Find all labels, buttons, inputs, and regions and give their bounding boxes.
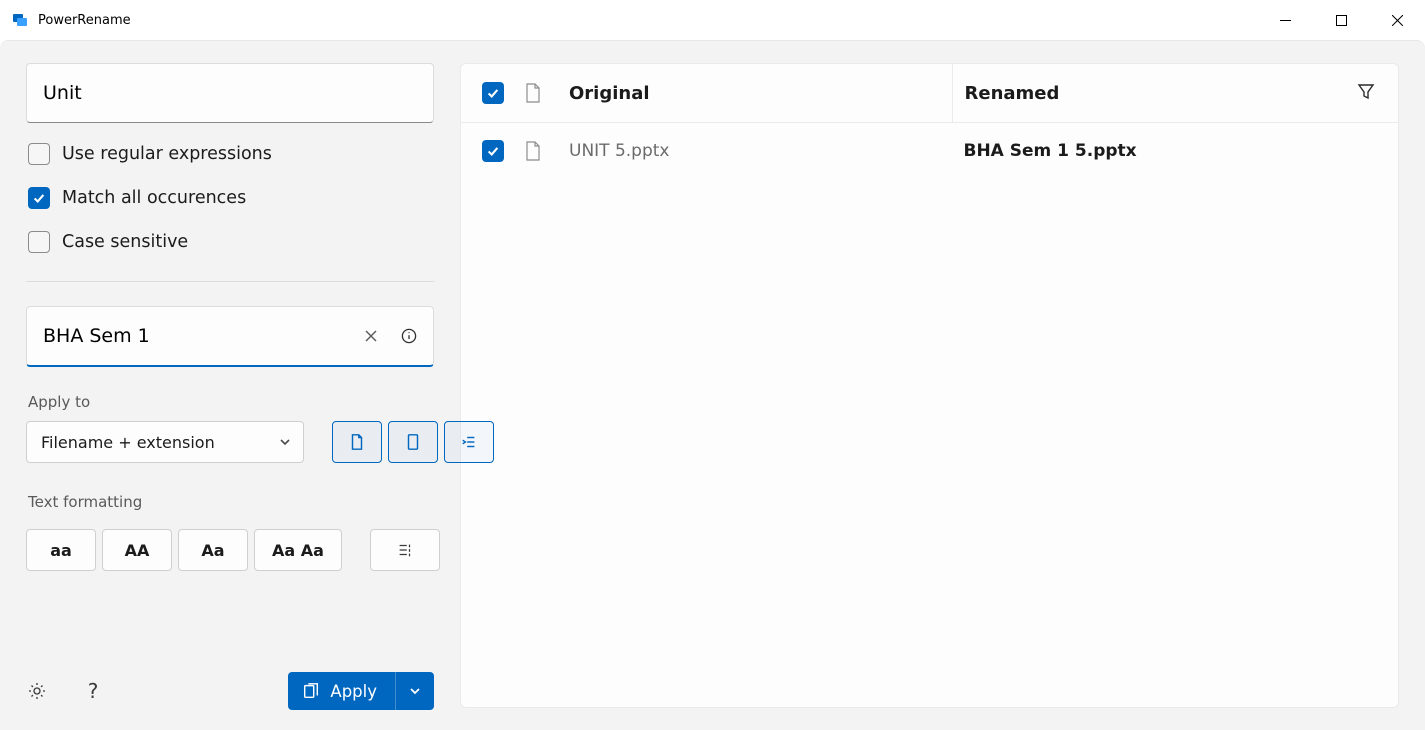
enumerate-icon [396, 541, 414, 559]
original-filename: UNIT 5.pptx [569, 141, 952, 161]
text-formatting-label: Text formatting [28, 493, 434, 511]
option-case-sensitive-label: Case sensitive [62, 232, 188, 252]
search-field[interactable] [26, 63, 434, 123]
option-regex[interactable]: Use regular expressions [28, 143, 434, 165]
help-button[interactable]: ? [82, 680, 104, 702]
chevron-down-icon [409, 685, 421, 697]
option-match-all[interactable]: Match all occurences [28, 187, 434, 209]
filter-button[interactable] [1356, 81, 1376, 106]
option-regex-label: Use regular expressions [62, 144, 272, 164]
row-checkbox[interactable] [482, 140, 504, 162]
app-body: Use regular expressions Match all occure… [0, 40, 1425, 730]
preview-panel: Original Renamed UNIT 5.pptx BHA Sem 1 5… [460, 63, 1399, 708]
format-lowercase-button[interactable]: aa [26, 529, 96, 571]
gear-icon [27, 681, 47, 701]
filter-icon [1356, 81, 1376, 101]
checkbox-icon [28, 187, 50, 209]
format-titlecase-button[interactable]: Aa [178, 529, 248, 571]
replace-field[interactable] [26, 306, 434, 367]
table-row[interactable]: UNIT 5.pptx BHA Sem 1 5.pptx [461, 123, 1398, 179]
renamed-filename: BHA Sem 1 5.pptx [952, 141, 1335, 161]
search-input[interactable] [41, 81, 419, 105]
apply-button[interactable]: Apply [288, 672, 395, 710]
window-close-button[interactable] [1369, 0, 1425, 40]
preview-header: Original Renamed [461, 64, 1398, 123]
option-match-all-label: Match all occurences [62, 188, 246, 208]
apply-to-label: Apply to [28, 393, 434, 411]
option-case-sensitive[interactable]: Case sensitive [28, 231, 434, 253]
include-files-toggle[interactable] [332, 421, 382, 463]
window-maximize-button[interactable] [1313, 0, 1369, 40]
apply-to-value: Filename + extension [41, 433, 215, 452]
window-title: PowerRename [38, 13, 131, 28]
info-icon[interactable] [399, 326, 419, 346]
checkbox-icon [28, 143, 50, 165]
file-type-header-icon [525, 83, 569, 103]
format-uppercase-button[interactable]: AA [102, 529, 172, 571]
file-outline-icon [404, 433, 422, 451]
include-subfolders-toggle[interactable] [444, 421, 494, 463]
app-icon [12, 12, 28, 28]
format-capitalize-each-button[interactable]: Aa Aa [254, 529, 342, 571]
titlebar: PowerRename [0, 0, 1425, 40]
column-renamed[interactable]: Renamed [952, 64, 1335, 122]
include-folders-toggle[interactable] [388, 421, 438, 463]
settings-button[interactable] [26, 680, 48, 702]
settings-panel: Use regular expressions Match all occure… [0, 41, 460, 730]
divider [26, 281, 434, 282]
clear-icon[interactable] [361, 326, 381, 346]
apply-icon [302, 682, 320, 700]
window-minimize-button[interactable] [1257, 0, 1313, 40]
replace-input[interactable] [41, 324, 353, 348]
select-all-checkbox[interactable] [482, 82, 504, 104]
file-icon [348, 433, 366, 451]
checkbox-icon [28, 231, 50, 253]
list-indent-icon [460, 433, 478, 451]
column-original[interactable]: Original [569, 83, 952, 104]
apply-dropdown-button[interactable] [395, 672, 434, 710]
file-icon [525, 141, 569, 161]
apply-to-select[interactable]: Filename + extension [26, 421, 304, 463]
chevron-down-icon [279, 436, 291, 448]
enumerate-button[interactable] [370, 529, 440, 571]
apply-button-label: Apply [330, 682, 377, 701]
